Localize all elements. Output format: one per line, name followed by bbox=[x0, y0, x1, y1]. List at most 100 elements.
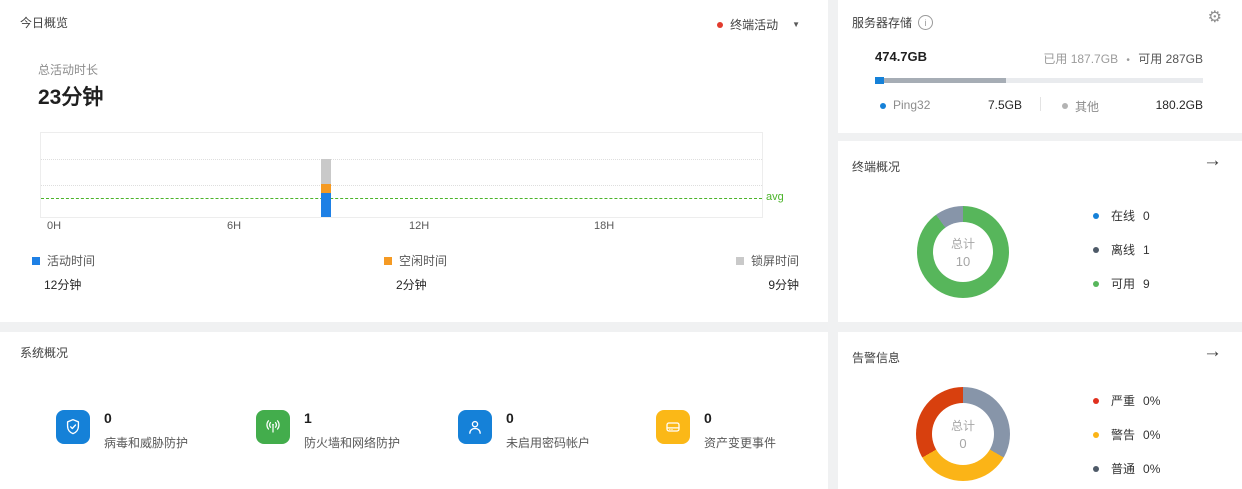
legend-value: 1 bbox=[1143, 243, 1150, 257]
today-panel-title: 今日概览 bbox=[20, 14, 68, 31]
x-axis-tick: 0H bbox=[47, 220, 61, 232]
legend-label: 锁屏时间 bbox=[751, 252, 799, 269]
legend-value: 9分钟 bbox=[736, 276, 799, 293]
stat-label: 防火墙和网络防护 bbox=[304, 434, 400, 451]
x-axis-tick: 18H bbox=[594, 220, 614, 232]
other-dot-icon bbox=[1062, 103, 1068, 109]
storage-panel-title: 服务器存储 bbox=[852, 14, 912, 31]
total-activity-value: 23分钟 bbox=[38, 81, 103, 111]
x-axis-tick: 12H bbox=[409, 220, 429, 232]
legend-value: 0% bbox=[1143, 428, 1160, 442]
stat-asset-change-events[interactable]: 0 资产变更事件 bbox=[656, 410, 776, 451]
today-overview-panel: 今日概览 终端活动 ▼ 总活动时长 23分钟 avg 0H 6H 12H 18H… bbox=[0, 0, 828, 322]
ping32-usage-segment bbox=[875, 77, 884, 84]
legend-value: 12分钟 bbox=[32, 276, 95, 293]
legend-label: 警告 bbox=[1111, 426, 1135, 443]
donut-center-value: 0 bbox=[959, 436, 966, 451]
shield-check-icon bbox=[56, 410, 90, 444]
legend-swatch-icon bbox=[32, 257, 40, 265]
legend-swatch-icon bbox=[384, 257, 392, 265]
legend-normal: 普通 0% bbox=[1093, 460, 1160, 477]
vertical-divider bbox=[1040, 97, 1041, 111]
idle-time-bar-segment bbox=[321, 184, 331, 193]
donut-center: 总计 0 bbox=[932, 403, 994, 465]
terminal-donut-chart[interactable]: 总计 10 bbox=[917, 206, 1009, 298]
stat-label: 病毒和威胁防护 bbox=[104, 434, 188, 451]
gridline bbox=[41, 159, 762, 160]
used-label: 已用 bbox=[1043, 52, 1067, 66]
other-usage-segment bbox=[884, 78, 1006, 83]
terminal-overview-panel: 终端概况 → 总计 10 在线 0 离线 1 可用 9 bbox=[838, 141, 1242, 322]
x-axis-tick: 6H bbox=[227, 220, 241, 232]
legend-critical: 严重 0% bbox=[1093, 392, 1160, 409]
activity-bar-chart: avg bbox=[40, 132, 763, 218]
legend-value: 0 bbox=[1143, 209, 1150, 223]
donut-center: 总计 10 bbox=[933, 222, 993, 282]
donut-center-label: 总计 bbox=[951, 235, 975, 252]
ping32-label: Ping32 bbox=[893, 98, 930, 112]
broadcast-antenna-icon bbox=[256, 410, 290, 444]
legend-label: 离线 bbox=[1111, 241, 1135, 258]
other-label: 其他 bbox=[1075, 98, 1099, 115]
terminal-activity-dropdown-label: 终端活动 bbox=[730, 16, 778, 33]
legend-label: 在线 bbox=[1111, 207, 1135, 224]
other-value: 180.2GB bbox=[1156, 98, 1203, 112]
stat-value: 0 bbox=[704, 411, 776, 425]
legend-label: 可用 bbox=[1111, 275, 1135, 292]
total-activity-label: 总活动时长 bbox=[38, 61, 98, 78]
alert-donut-chart[interactable]: 总计 0 bbox=[916, 387, 1010, 481]
terminal-activity-dropdown[interactable]: 终端活动 ▼ bbox=[717, 16, 800, 33]
legend-online: 在线 0 bbox=[1093, 207, 1150, 224]
available-dot-icon bbox=[1093, 281, 1099, 287]
hard-drive-icon bbox=[656, 410, 690, 444]
warning-dot-icon bbox=[1093, 432, 1099, 438]
legend-label: 活动时间 bbox=[47, 252, 95, 269]
avg-line-label: avg bbox=[766, 191, 784, 203]
storage-usage-bar bbox=[875, 78, 1203, 83]
legend-available: 可用 9 bbox=[1093, 275, 1150, 292]
storage-total-value: 474.7GB bbox=[875, 49, 927, 64]
stat-virus-threat-protection[interactable]: 0 病毒和威胁防护 bbox=[56, 410, 188, 451]
series-dot-icon bbox=[717, 22, 723, 28]
arrow-right-icon[interactable]: → bbox=[1203, 342, 1222, 361]
legend-warning: 警告 0% bbox=[1093, 426, 1160, 443]
storage-used-free-summary: 已用 187.7GB • 可用 287GB bbox=[1043, 50, 1203, 67]
ping32-dot-icon bbox=[880, 103, 886, 109]
stat-firewall-network-protection[interactable]: 1 防火墙和网络防护 bbox=[256, 410, 400, 451]
stat-value: 0 bbox=[506, 411, 590, 425]
legend-label: 空闲时间 bbox=[399, 252, 447, 269]
free-value: 287GB bbox=[1166, 52, 1203, 66]
arrow-right-icon[interactable]: → bbox=[1203, 151, 1222, 170]
free-label: 可用 bbox=[1138, 52, 1162, 66]
server-storage-panel: 服务器存储 i ⚙ 474.7GB 已用 187.7GB • 可用 287GB … bbox=[838, 0, 1242, 133]
legend-lock-time: 锁屏时间 9分钟 bbox=[736, 252, 799, 293]
ping32-value: 7.5GB bbox=[988, 98, 1022, 112]
system-overview-panel: 系统概况 0 病毒和威胁防护 1 防火墙和网络防护 bbox=[0, 332, 828, 489]
legend-value: 9 bbox=[1143, 277, 1150, 291]
stat-value: 1 bbox=[304, 411, 400, 425]
critical-dot-icon bbox=[1093, 398, 1099, 404]
donut-center-value: 10 bbox=[956, 254, 970, 269]
stat-value: 0 bbox=[104, 411, 188, 425]
active-time-bar-segment bbox=[321, 193, 331, 217]
info-icon[interactable]: i bbox=[918, 15, 933, 30]
legend-value: 2分钟 bbox=[384, 276, 447, 293]
gear-icon[interactable]: ⚙ bbox=[1208, 10, 1222, 26]
online-dot-icon bbox=[1093, 213, 1099, 219]
avg-reference-line bbox=[41, 198, 762, 199]
stat-label: 未启用密码帐户 bbox=[506, 434, 590, 451]
alert-info-panel: 告警信息 → 总计 0 严重 0% 警告 0% 普通 0% bbox=[838, 332, 1242, 489]
user-icon bbox=[458, 410, 492, 444]
normal-dot-icon bbox=[1093, 466, 1099, 472]
dot-separator-icon: • bbox=[1126, 55, 1130, 66]
stat-no-password-accounts[interactable]: 0 未启用密码帐户 bbox=[458, 410, 590, 451]
chevron-down-icon: ▼ bbox=[792, 20, 800, 29]
legend-offline: 离线 1 bbox=[1093, 241, 1150, 258]
gridline bbox=[41, 185, 762, 186]
legend-active-time: 活动时间 12分钟 bbox=[32, 252, 95, 293]
offline-dot-icon bbox=[1093, 247, 1099, 253]
legend-label: 严重 bbox=[1111, 392, 1135, 409]
donut-center-label: 总计 bbox=[951, 417, 975, 434]
lock-time-bar-segment bbox=[321, 159, 331, 184]
stacked-activity-bar[interactable] bbox=[321, 159, 331, 217]
